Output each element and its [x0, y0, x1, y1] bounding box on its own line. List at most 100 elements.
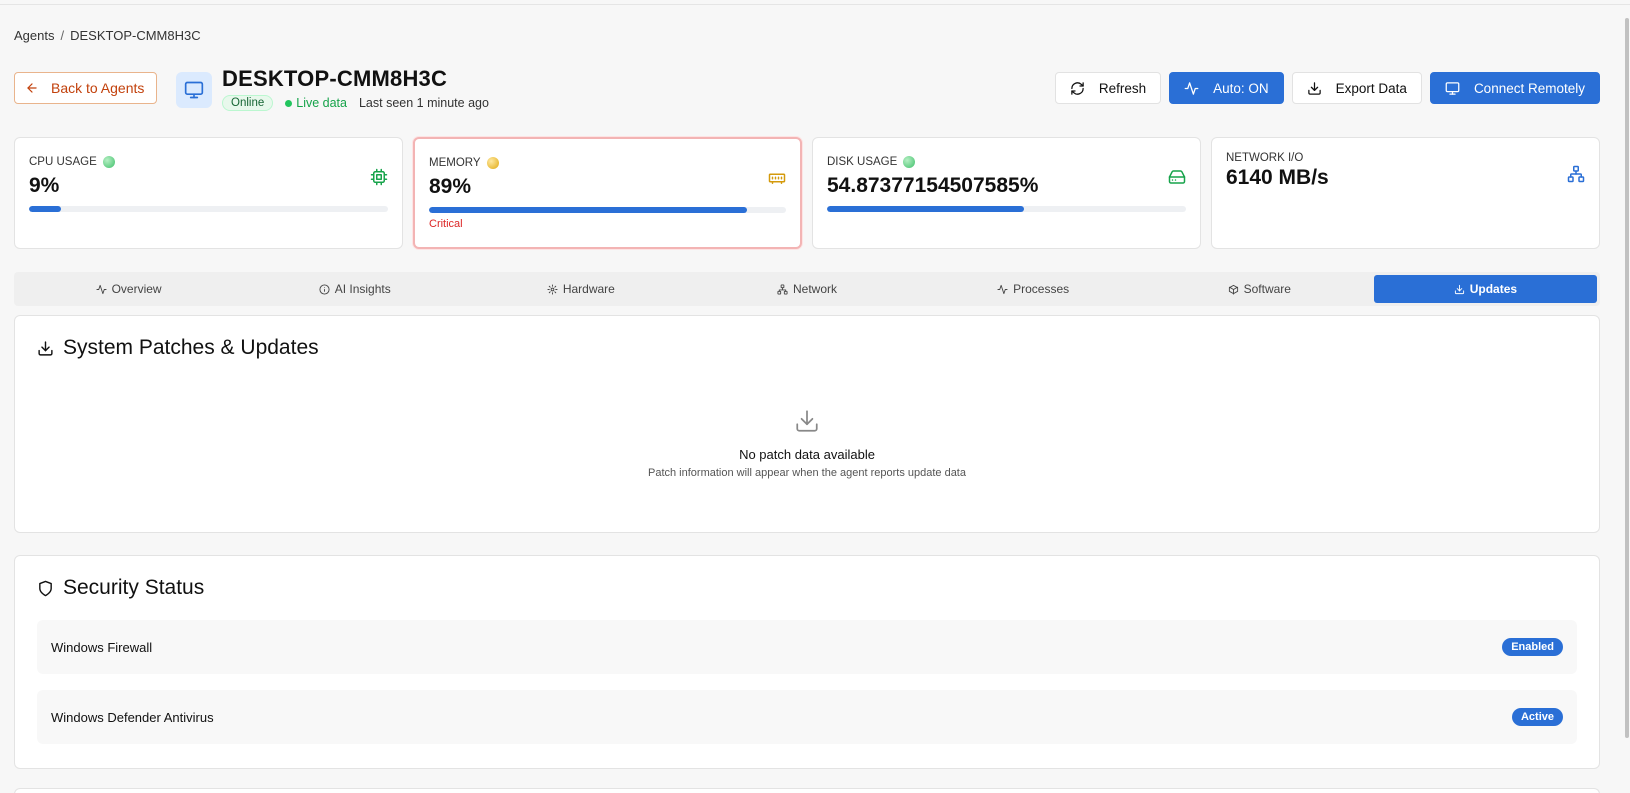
tab-ai-insights[interactable]: AI Insights: [243, 275, 466, 303]
memory-value: 89%: [429, 175, 472, 198]
monitor-icon: [1445, 81, 1460, 95]
cpu-value: 9%: [29, 174, 60, 197]
tab-processes[interactable]: Processes: [922, 275, 1145, 303]
disk-progress-fill: [827, 206, 1024, 212]
refresh-label: Refresh: [1098, 80, 1147, 96]
memory-progress-fill: [429, 207, 747, 213]
tab-label: Processes: [1013, 282, 1070, 296]
security-item-label: Windows Firewall: [51, 639, 153, 655]
live-label: Live data: [296, 96, 347, 110]
patches-card: System Patches & Updates No patch data a…: [14, 315, 1600, 533]
status-badge: Online: [222, 95, 274, 111]
empty-title: No patch data available: [739, 447, 875, 462]
breadcrumb: Agents / DESKTOP-CMM8H3C: [14, 28, 201, 43]
tab-software[interactable]: Software: [1148, 275, 1371, 303]
info-icon: [319, 283, 330, 295]
hard-drive-icon: [1168, 170, 1186, 184]
header-actions: Refresh Auto: ON Export Data Connect Rem…: [1054, 72, 1600, 104]
monitor-icon: [184, 81, 204, 99]
memory-label: MEMORY: [429, 157, 481, 169]
scrollbar-thumb[interactable]: [1625, 18, 1629, 738]
empty-subtitle: Patch information will appear when the a…: [648, 467, 966, 479]
cpu-progress-bar: [29, 206, 388, 212]
live-indicator: Live data: [285, 96, 347, 110]
tab-hardware[interactable]: Hardware: [469, 275, 692, 303]
status-dot-icon: [486, 157, 499, 169]
shield-icon: [39, 580, 52, 596]
download-icon: [796, 410, 818, 432]
status-dot-icon: [102, 156, 115, 168]
disk-usage-card: DISK USAGE 54.87377154507585%: [812, 137, 1201, 249]
connect-remotely-button[interactable]: Connect Remotely: [1429, 72, 1600, 104]
back-label: Back to Agents: [51, 80, 145, 96]
back-to-agents-button[interactable]: Back to Agents: [14, 72, 158, 104]
page-header: Back to Agents DESKTOP-CMM8H3C Online Li…: [14, 66, 1600, 114]
tab-updates[interactable]: Updates: [1373, 275, 1597, 303]
patches-title: System Patches & Updates: [63, 336, 319, 359]
tab-network[interactable]: Network: [695, 275, 918, 303]
network-label: NETWORK I/O: [1226, 152, 1304, 164]
gear-icon: [547, 283, 558, 295]
cpu-label: CPU USAGE: [29, 156, 97, 168]
security-card: Security Status Windows Firewall Enabled…: [14, 555, 1600, 769]
cpu-usage-card: CPU USAGE 9%: [14, 137, 403, 249]
stats-grid: CPU USAGE 9% MEMORY 89% Critical DISK US…: [14, 137, 1600, 249]
tab-label: Software: [1243, 282, 1291, 296]
status-dot-icon: [903, 156, 916, 168]
download-icon: [1307, 81, 1321, 95]
breadcrumb-separator: /: [60, 28, 65, 43]
status-badge: Active: [1511, 708, 1563, 726]
memory-card: MEMORY 89% Critical: [413, 137, 802, 249]
cpu-icon: [370, 168, 388, 186]
memory-critical-note: Critical: [429, 218, 463, 230]
security-title: Security Status: [63, 576, 205, 599]
tab-label: Network: [792, 282, 837, 296]
disk-value: 54.87377154507585%: [827, 174, 1039, 197]
security-row: Windows Defender Antivirus Active: [37, 690, 1577, 744]
patches-empty-state: No patch data available Patch informatio…: [15, 408, 1599, 479]
cpu-progress-fill: [29, 206, 62, 212]
activity-icon: [997, 284, 1008, 294]
security-row: Windows Firewall Enabled: [37, 620, 1577, 674]
connect-label: Connect Remotely: [1473, 80, 1585, 96]
refresh-button[interactable]: Refresh: [1054, 72, 1162, 104]
patches-heading: System Patches & Updates: [37, 336, 319, 360]
auto-refresh-toggle[interactable]: Auto: ON: [1169, 72, 1284, 104]
page-scrollbar[interactable]: [1624, 18, 1630, 793]
package-icon: [1228, 284, 1238, 295]
last-seen: Last seen 1 minute ago: [358, 96, 489, 110]
memory-icon: [768, 173, 786, 184]
network-io-card: NETWORK I/O 6140 MB/s: [1211, 137, 1600, 249]
disk-label: DISK USAGE: [827, 156, 898, 168]
breadcrumb-agents-link[interactable]: Agents: [14, 28, 54, 43]
network-icon: [1567, 165, 1585, 183]
device-meta: Online Live data Last seen 1 minute ago: [222, 95, 489, 111]
auto-label: Auto: ON: [1213, 80, 1269, 96]
next-card-edge: [14, 788, 1600, 793]
page-title: DESKTOP-CMM8H3C: [222, 66, 448, 91]
export-label: Export Data: [1335, 80, 1407, 96]
tab-label: Updates: [1469, 282, 1518, 296]
tab-label: AI Insights: [334, 282, 391, 296]
tab-label: Hardware: [562, 282, 615, 296]
download-icon: [38, 340, 53, 356]
security-item-label: Windows Defender Antivirus: [51, 709, 214, 725]
breadcrumb-current: DESKTOP-CMM8H3C: [70, 28, 201, 43]
tab-overview[interactable]: Overview: [17, 275, 240, 303]
refresh-icon: [1071, 81, 1084, 95]
network-value: 6140 MB/s: [1226, 166, 1329, 189]
disk-progress-bar: [827, 206, 1186, 212]
security-heading: Security Status: [37, 576, 204, 600]
arrow-left-icon: [27, 83, 37, 93]
download-icon: [1454, 284, 1464, 294]
memory-progress-bar: [429, 207, 786, 213]
device-avatar: [176, 72, 212, 108]
activity-icon: [1184, 81, 1199, 95]
tab-label: Overview: [111, 282, 162, 296]
activity-icon: [96, 284, 107, 294]
status-badge: Enabled: [1502, 638, 1563, 656]
network-icon: [777, 283, 788, 295]
live-dot-icon: [285, 99, 293, 107]
export-data-button[interactable]: Export Data: [1291, 72, 1422, 104]
top-divider: [0, 4, 1630, 5]
